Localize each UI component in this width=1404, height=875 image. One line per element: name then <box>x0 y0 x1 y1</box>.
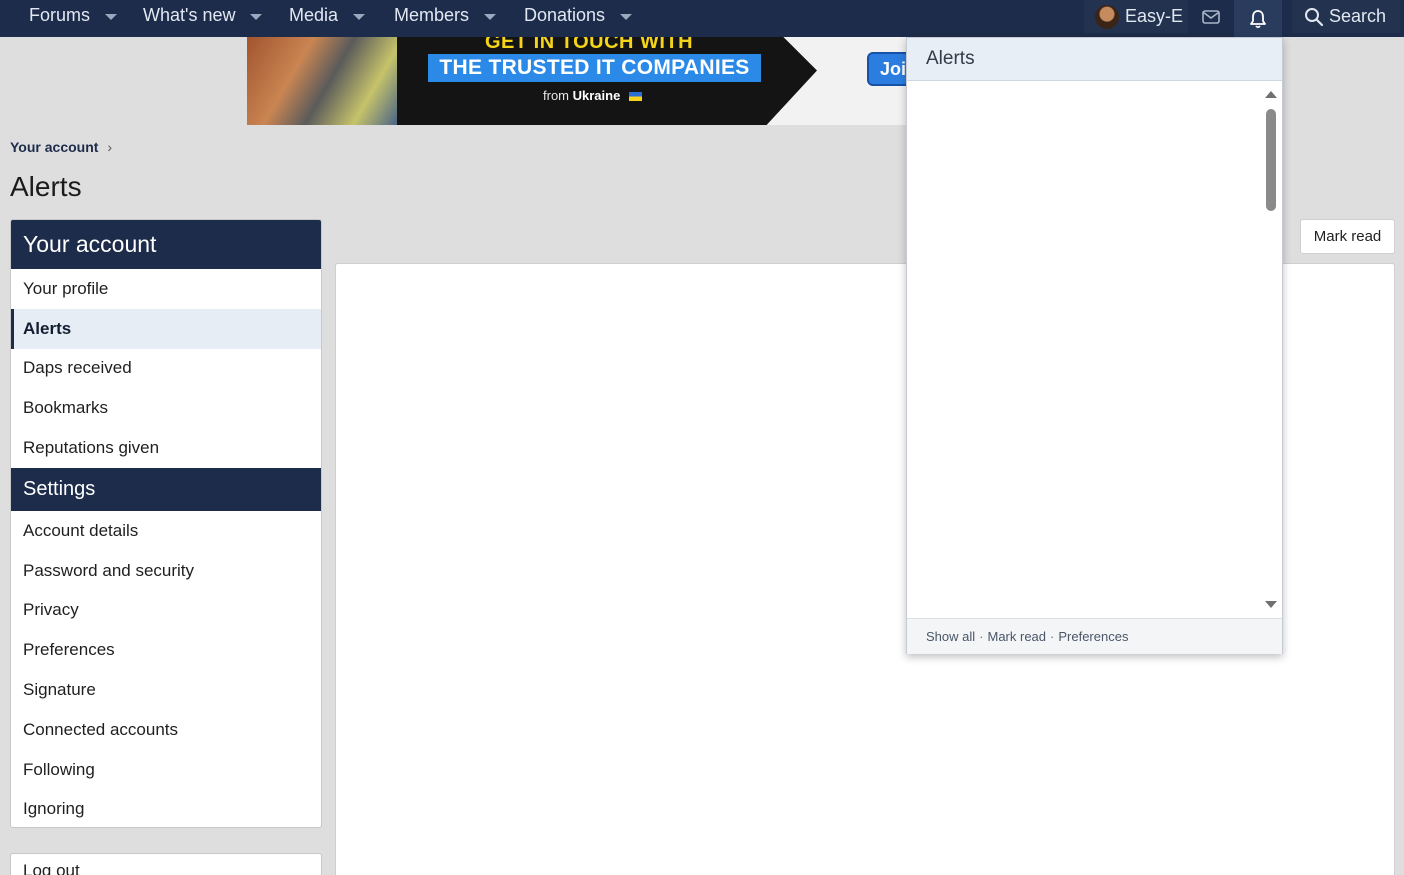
sidebar-item-your-profile[interactable]: Your profile <box>11 269 321 309</box>
chevron-right-icon: › <box>107 139 113 155</box>
search-label: Search <box>1329 6 1387 26</box>
search-button[interactable]: Search <box>1292 0 1400 33</box>
scroll-up-arrow-icon[interactable] <box>1265 91 1277 98</box>
sidebar-item-alerts[interactable]: Alerts <box>11 308 321 349</box>
conversations-button[interactable] <box>1188 0 1234 33</box>
logout-link[interactable]: Log out <box>10 853 322 875</box>
sidebar-item-preferences[interactable]: Preferences <box>11 630 321 670</box>
alerts-popup-body[interactable] <box>907 81 1282 618</box>
sidebar-item-daps-received[interactable]: Daps received <box>11 349 321 389</box>
nav-forums[interactable]: Forums <box>29 0 118 31</box>
alerts-popup-title: Alerts <box>907 38 1282 81</box>
nav-donations-label: Donations <box>524 5 606 25</box>
alerts-button[interactable] <box>1234 0 1282 37</box>
sidebar-item-signature[interactable]: Signature <box>11 670 321 710</box>
breadcrumb: Your account › <box>10 139 112 155</box>
chevron-down-icon[interactable] <box>105 13 118 20</box>
nav-media[interactable]: Media <box>289 0 366 31</box>
username: Easy-E <box>1125 6 1184 26</box>
envelope-icon <box>1202 9 1220 24</box>
chevron-down-icon[interactable] <box>353 13 366 20</box>
sidebar-item-account-details[interactable]: Account details <box>11 511 321 551</box>
bell-icon <box>1250 9 1266 28</box>
banner-origin-country: Ukraine <box>572 88 621 103</box>
chevron-down-icon[interactable] <box>250 13 263 20</box>
sidebar-heading-your-account: Your account <box>11 220 321 269</box>
scroll-down-arrow-icon[interactable] <box>1265 601 1277 608</box>
breadcrumb-your-account[interactable]: Your account <box>10 139 98 155</box>
banner-subheadline: THE TRUSTED IT COMPANIES <box>428 54 761 82</box>
show-all-link[interactable]: Show all <box>926 629 975 644</box>
alerts-popup: Alerts Show all · Mark read · Preference… <box>906 37 1283 654</box>
ukraine-flag-icon <box>628 92 642 102</box>
nav-donations[interactable]: Donations <box>524 0 633 31</box>
banner-headline: GET IN TOUCH WITH <box>485 37 694 53</box>
nav-members-label: Members <box>394 5 470 25</box>
top-navigation: Forums What's new Media Members Donation… <box>0 0 1404 37</box>
nav-whats-new[interactable]: What's new <box>143 0 263 31</box>
separator: · <box>979 629 984 644</box>
sidebar-item-bookmarks[interactable]: Bookmarks <box>11 388 321 428</box>
popup-preferences-link[interactable]: Preferences <box>1058 629 1128 644</box>
sidebar-item-reputations-given[interactable]: Reputations given <box>11 428 321 468</box>
page-title: Alerts <box>10 171 82 202</box>
nav-members[interactable]: Members <box>394 0 497 31</box>
sidebar-item-following[interactable]: Following <box>11 750 321 790</box>
nav-forums-label: Forums <box>29 5 91 25</box>
scrollbar-thumb[interactable] <box>1266 109 1276 211</box>
sidebar-item-ignoring[interactable]: Ignoring <box>11 790 321 827</box>
chevron-down-icon[interactable] <box>620 13 633 20</box>
mark-read-button[interactable]: Mark read <box>1300 219 1395 254</box>
sidebar-item-privacy[interactable]: Privacy <box>11 591 321 631</box>
banner-origin-prefix: from <box>543 88 569 103</box>
banner-cta-button[interactable]: Joi <box>867 52 907 86</box>
chevron-down-icon[interactable] <box>484 13 497 20</box>
banner-origin: from Ukraine <box>543 88 642 103</box>
ad-banner[interactable]: GET IN TOUCH WITH THE TRUSTED IT COMPANI… <box>247 37 907 125</box>
separator: · <box>1050 629 1055 644</box>
account-sidebar: Your account Your profile Alerts Daps re… <box>10 219 322 828</box>
alerts-scrollbar[interactable] <box>1264 87 1278 609</box>
avatar <box>1095 4 1119 29</box>
nav-whats-new-label: What's new <box>143 5 236 25</box>
user-account-link[interactable]: Easy-E <box>1084 0 1188 33</box>
popup-mark-read-link[interactable]: Mark read <box>987 629 1046 644</box>
sidebar-item-password-security[interactable]: Password and security <box>11 551 321 591</box>
sidebar-heading-settings: Settings <box>11 467 321 511</box>
nav-media-label: Media <box>289 5 339 25</box>
search-icon <box>1305 7 1324 26</box>
alerts-popup-footer: Show all · Mark read · Preferences <box>907 618 1282 654</box>
sidebar-item-connected-accounts[interactable]: Connected accounts <box>11 710 321 750</box>
